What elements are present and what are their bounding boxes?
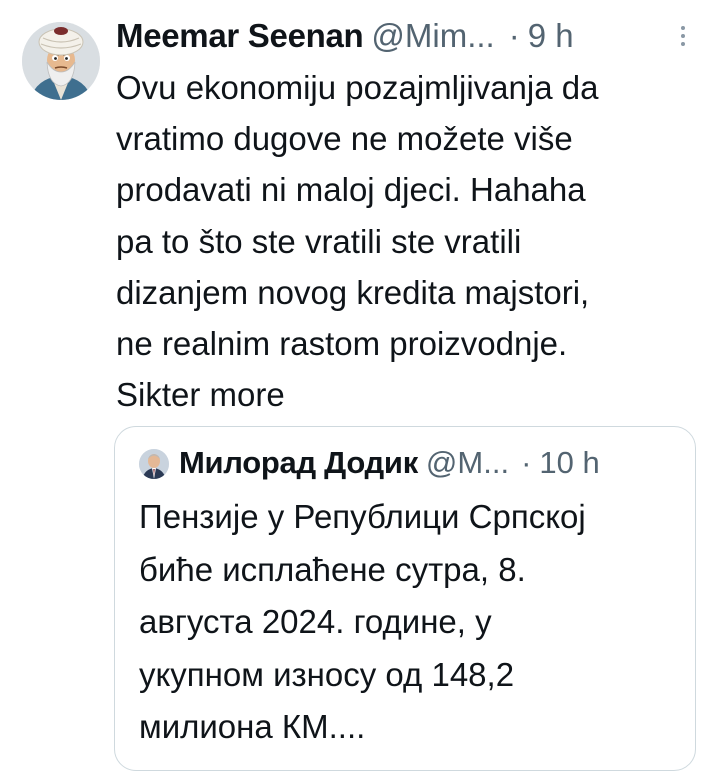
quoted-tweet-time[interactable]: 10 h	[539, 441, 599, 485]
author-handle[interactable]: @Mim...	[371, 14, 494, 58]
more-vertical-icon[interactable]	[676, 26, 690, 48]
man-in-suit-avatar-icon	[139, 449, 169, 479]
quoted-tweet-header: Милорад Додик @M... · 10 h	[179, 441, 600, 485]
separator-dot: ·	[508, 17, 520, 54]
tweet-header: Meemar Seenan @Mim... · 9 h	[116, 14, 574, 58]
quoted-author-handle[interactable]: @M...	[426, 441, 509, 485]
quoted-tweet[interactable]: Милорад Додик @M... · 10 h Пензије у Реп…	[114, 426, 696, 771]
tweet[interactable]: Meemar Seenan @Mim... · 9 h Ovu ekonomij…	[0, 0, 720, 771]
quoted-author-name[interactable]: Милорад Додик	[179, 441, 418, 485]
quoted-separator-dot: ·	[521, 445, 532, 480]
quoted-tweet-text: Пензије у Републици Српској биће исплаће…	[139, 498, 586, 745]
cartoon-man-with-turban-avatar-icon	[22, 22, 100, 100]
author-name[interactable]: Meemar Seenan	[116, 14, 364, 58]
author-avatar[interactable]	[22, 22, 100, 100]
tweet-text: Ovu ekonomiju pozajmljivanja da vratimo …	[116, 69, 599, 414]
quoted-author-avatar[interactable]	[139, 449, 169, 479]
tweet-time[interactable]: 9 h	[528, 14, 574, 58]
